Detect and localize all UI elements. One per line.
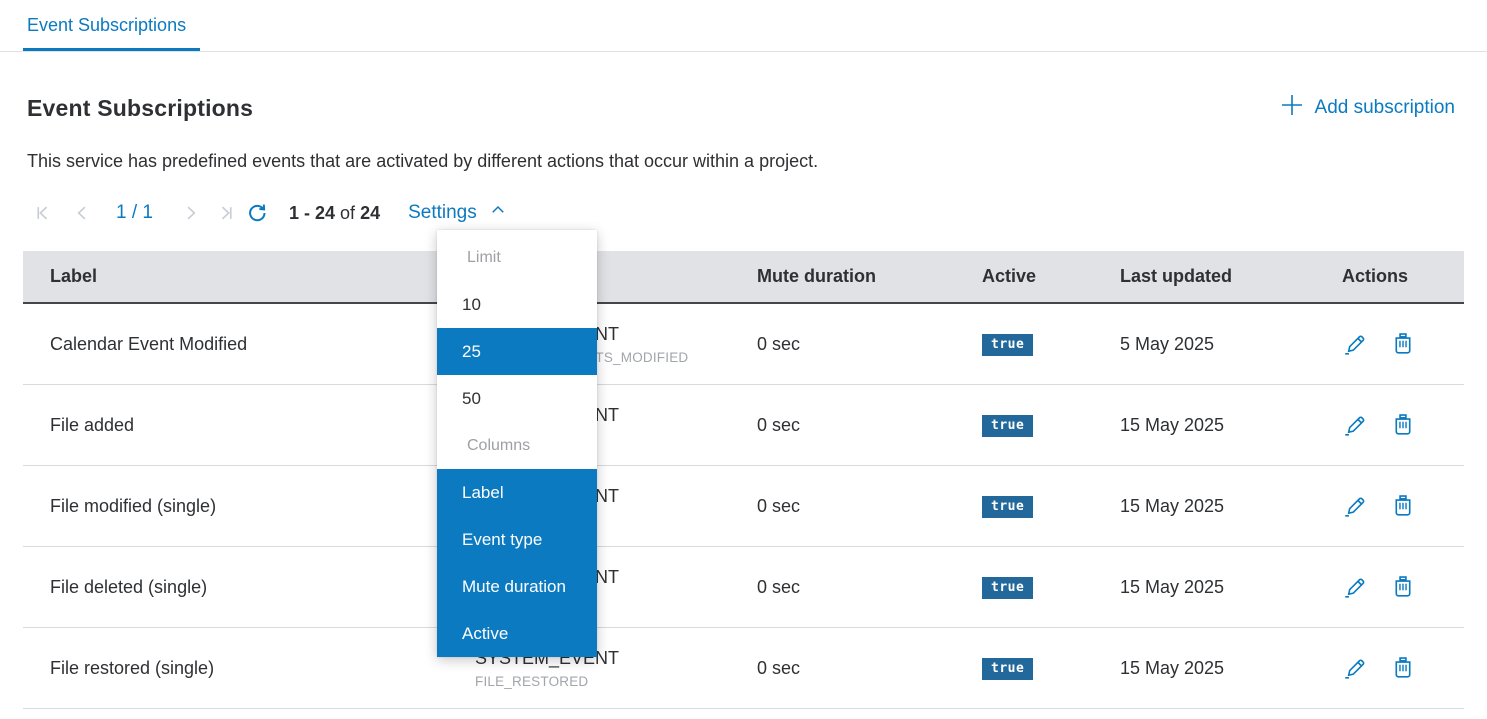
- selected-columns-group: Label Event type Mute duration Active: [437, 469, 597, 657]
- menu-section-columns: Columns: [437, 422, 597, 469]
- range-values: 1 - 24: [289, 203, 335, 223]
- plus-icon: [1279, 92, 1305, 124]
- delete-button[interactable]: [1390, 574, 1416, 600]
- menu-section-limit: Limit: [437, 234, 597, 281]
- edit-button[interactable]: [1342, 493, 1368, 519]
- table-row: Calendar Event Modified SYSTEM_EVENT CAL…: [23, 304, 1464, 385]
- cell-actions: [1342, 655, 1464, 681]
- settings-dropdown-menu: Limit 10 25 50 Columns Label Event type …: [437, 230, 597, 657]
- limit-option-50[interactable]: 50: [437, 375, 597, 422]
- delete-button[interactable]: [1390, 493, 1416, 519]
- column-option-active[interactable]: Active: [437, 610, 597, 657]
- chevron-up-icon: [489, 201, 507, 225]
- page-description: This service has predefined events that …: [27, 151, 1460, 172]
- cell-actions: [1342, 412, 1464, 438]
- cell-actions: [1342, 331, 1464, 357]
- settings-button[interactable]: Settings: [408, 201, 507, 225]
- table-row: File deleted (single) SYSTEM_EVENT FILE_…: [23, 547, 1464, 628]
- add-subscription-label: Add subscription: [1315, 97, 1455, 119]
- cell-mute-duration: 0 sec: [757, 577, 982, 598]
- edit-button[interactable]: [1342, 574, 1368, 600]
- table-header-row: Label Event type Mute duration Active La…: [23, 251, 1464, 304]
- cell-label: File added: [23, 415, 475, 436]
- cell-actions: [1342, 493, 1464, 519]
- status-badge: true: [982, 496, 1033, 518]
- cell-active: true: [982, 656, 1120, 680]
- cell-active: true: [982, 332, 1120, 356]
- cell-last-updated: 5 May 2025: [1120, 334, 1342, 355]
- limit-option-10[interactable]: 10: [437, 281, 597, 328]
- delete-button[interactable]: [1390, 331, 1416, 357]
- cell-label: File deleted (single): [23, 577, 475, 598]
- first-page-button[interactable]: [30, 201, 54, 225]
- cell-last-updated: 15 May 2025: [1120, 496, 1342, 517]
- cell-last-updated: 15 May 2025: [1120, 577, 1342, 598]
- page: Event Subscriptions Event Subscriptions …: [0, 0, 1487, 719]
- last-page-button[interactable]: [215, 201, 239, 225]
- edit-button[interactable]: [1342, 655, 1368, 681]
- column-header-label: Label: [23, 266, 475, 287]
- cell-mute-duration: 0 sec: [757, 334, 982, 355]
- delete-button[interactable]: [1390, 412, 1416, 438]
- cell-label: File restored (single): [23, 658, 475, 679]
- status-badge: true: [982, 658, 1033, 680]
- cell-active: true: [982, 575, 1120, 599]
- of-label: of: [340, 203, 355, 223]
- result-range: 1 - 24 of 24: [289, 203, 380, 224]
- status-badge: true: [982, 415, 1033, 437]
- cell-label: Calendar Event Modified: [23, 334, 475, 355]
- column-header-active: Active: [982, 266, 1120, 287]
- event-name-value: FILE_RESTORED: [475, 674, 757, 689]
- delete-button[interactable]: [1390, 655, 1416, 681]
- subscriptions-table: Label Event type Mute duration Active La…: [23, 251, 1464, 709]
- cell-actions: [1342, 574, 1464, 600]
- cell-active: true: [982, 494, 1120, 518]
- edit-button[interactable]: [1342, 331, 1368, 357]
- table-row: File restored (single) SYSTEM_EVENT FILE…: [23, 628, 1464, 709]
- column-option-event-type[interactable]: Event type: [437, 516, 597, 563]
- column-header-actions: Actions: [1342, 266, 1464, 287]
- table-row: File added SYSTEM_EVENT FILE_ADDED 0 sec…: [23, 385, 1464, 466]
- previous-page-button[interactable]: [70, 201, 94, 225]
- tab-bar: Event Subscriptions: [0, 0, 1487, 52]
- page-header: Event Subscriptions Add subscription: [27, 92, 1455, 124]
- column-option-mute-duration[interactable]: Mute duration: [437, 563, 597, 610]
- add-subscription-button[interactable]: Add subscription: [1279, 92, 1455, 124]
- cell-last-updated: 15 May 2025: [1120, 658, 1342, 679]
- page-title: Event Subscriptions: [27, 95, 253, 122]
- cell-mute-duration: 0 sec: [757, 415, 982, 436]
- tab-event-subscriptions[interactable]: Event Subscriptions: [23, 13, 200, 51]
- cell-label: File modified (single): [23, 496, 475, 517]
- column-header-mute-duration: Mute duration: [757, 266, 982, 287]
- settings-label: Settings: [408, 202, 477, 224]
- total-count: 24: [360, 203, 380, 223]
- refresh-icon[interactable]: [245, 201, 269, 225]
- limit-option-25[interactable]: 25: [437, 328, 597, 375]
- status-badge: true: [982, 577, 1033, 599]
- cell-active: true: [982, 413, 1120, 437]
- cell-last-updated: 15 May 2025: [1120, 415, 1342, 436]
- column-option-label[interactable]: Label: [437, 469, 597, 516]
- cell-mute-duration: 0 sec: [757, 496, 982, 517]
- column-header-last-updated: Last updated: [1120, 266, 1342, 287]
- next-page-button[interactable]: [179, 201, 203, 225]
- page-indicator: 1 / 1: [116, 202, 153, 224]
- edit-button[interactable]: [1342, 412, 1368, 438]
- cell-mute-duration: 0 sec: [757, 658, 982, 679]
- pagination-toolbar: 1 / 1 1 - 24 of 24 Settings: [30, 201, 1460, 225]
- table-row: File modified (single) SYSTEM_EVENT FILE…: [23, 466, 1464, 547]
- status-badge: true: [982, 334, 1033, 356]
